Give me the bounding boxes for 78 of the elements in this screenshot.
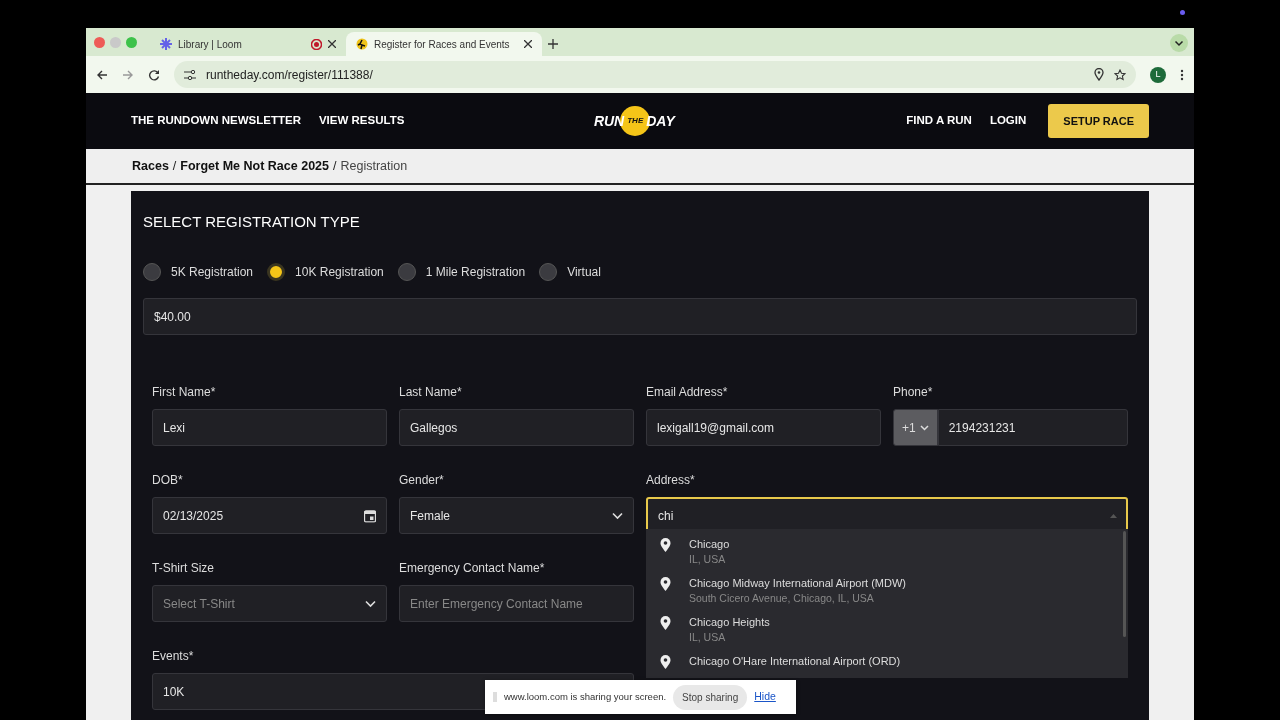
calendar-icon[interactable]: [364, 509, 376, 522]
chevron-down-icon: [365, 600, 376, 607]
radio-button[interactable]: [267, 263, 286, 281]
new-tab-icon[interactable]: [548, 39, 558, 49]
reload-icon[interactable]: [148, 68, 160, 81]
url-text: runtheday.com/register/111388/: [206, 66, 373, 84]
breadcrumb-separator: /: [333, 157, 337, 175]
radio-label: 1 Mile Registration: [425, 264, 526, 281]
breadcrumb-separator: /: [172, 157, 177, 175]
suggestion-title[interactable]: Chicago Heights: [689, 616, 770, 629]
breadcrumb-link[interactable]: Races: [132, 156, 169, 176]
scrollbar[interactable]: [1123, 531, 1126, 637]
radio-button[interactable]: [539, 263, 558, 281]
map-pin-icon: [660, 577, 671, 591]
recording-dot: [1180, 10, 1185, 15]
radio-button[interactable]: [143, 263, 161, 281]
field-label: Last Name*: [399, 384, 463, 401]
runner-icon: [356, 38, 368, 50]
field-label: Phone*: [893, 384, 934, 401]
nav-link[interactable]: VIEW RESULTS: [318, 112, 405, 130]
field-label: DOB*: [152, 472, 184, 489]
field-label: Events*: [152, 648, 195, 665]
suggestion-title[interactable]: Chicago Midway International Airport (MDW): [689, 577, 907, 590]
field-label: Email Address*: [646, 384, 729, 401]
site-settings-icon[interactable]: [184, 69, 196, 80]
field-label: Gender*: [399, 472, 445, 489]
stop-sharing-button[interactable]: Stop sharing: [673, 684, 748, 710]
suggestion-subtitle: IL, USA: [689, 632, 727, 644]
select-field[interactable]: Female: [399, 497, 634, 534]
chevron-down-icon: [919, 424, 929, 431]
text-field[interactable]: lexigall19@gmail.com: [646, 409, 881, 446]
profile-avatar[interactable]: L: [1150, 66, 1166, 83]
breadcrumb-link[interactable]: Forget Me Not Race 2025: [180, 156, 329, 176]
map-pin-icon: [660, 616, 671, 630]
section-title: SELECT REGISTRATION TYPE: [143, 213, 361, 231]
field-label: T-Shirt Size: [152, 560, 215, 577]
close-icon[interactable]: [328, 40, 336, 48]
map-pin-icon: [660, 538, 671, 552]
suggestion-title[interactable]: Chicago: [689, 538, 730, 551]
nav-link[interactable]: THE RUNDOWN NEWSLETTER: [131, 112, 301, 130]
back-icon[interactable]: [96, 68, 108, 81]
suggestion-title[interactable]: Chicago O'Hare International Airport (ORD): [689, 655, 901, 668]
forward-icon[interactable]: [122, 68, 134, 81]
field-label: Address*: [646, 472, 696, 489]
browser-tab[interactable]: Library | Loom: [150, 32, 346, 56]
more-icon[interactable]: [1180, 68, 1184, 81]
radio-label: 5K Registration: [171, 264, 254, 281]
radio-label: Virtual: [567, 264, 601, 281]
field-label: Emergency Contact Name*: [399, 560, 546, 577]
nav-link[interactable]: FIND A RUN: [906, 112, 972, 130]
address-bar[interactable]: runtheday.com/register/111388/: [174, 61, 1136, 88]
chevron-down-icon: [612, 512, 623, 519]
text-field[interactable]: Gallegos: [399, 409, 634, 446]
close-icon[interactable]: [524, 40, 532, 48]
nav-link[interactable]: LOGIN: [989, 112, 1027, 130]
text-field[interactable]: Lexi: [152, 409, 387, 446]
browser-tab[interactable]: Register for Races and Events: [346, 32, 542, 56]
suggestion-subtitle: South Cicero Avenue, Chicago, IL, USA: [689, 593, 875, 605]
asterisk-icon: [160, 38, 172, 50]
star-icon[interactable]: [1114, 68, 1126, 81]
location-pin-icon[interactable]: [1094, 68, 1104, 81]
select-field[interactable]: Select T-Shirt: [152, 585, 387, 622]
setup-race-button[interactable]: SETUP RACE: [1048, 103, 1149, 139]
radio-button[interactable]: [397, 263, 416, 281]
suggestion-subtitle: IL, USA: [689, 554, 727, 566]
date-field[interactable]: 02/13/2025: [152, 497, 387, 534]
country-code-select[interactable]: +1: [893, 409, 938, 446]
chevron-icon[interactable]: [1170, 34, 1188, 52]
phone-field[interactable]: 2194231231: [937, 409, 1128, 446]
field-label: First Name*: [152, 384, 217, 401]
drag-handle-icon[interactable]: [493, 692, 497, 702]
breadcrumb-current: Registration: [340, 157, 408, 175]
price-field: $40.00: [143, 298, 1137, 335]
map-pin-icon: [660, 655, 671, 669]
hide-link[interactable]: Hide: [754, 689, 776, 705]
text-field[interactable]: Enter Emergency Contact Name: [399, 585, 634, 622]
radio-label: 10K Registration: [295, 264, 384, 281]
window-control-icon[interactable]: [94, 36, 105, 48]
